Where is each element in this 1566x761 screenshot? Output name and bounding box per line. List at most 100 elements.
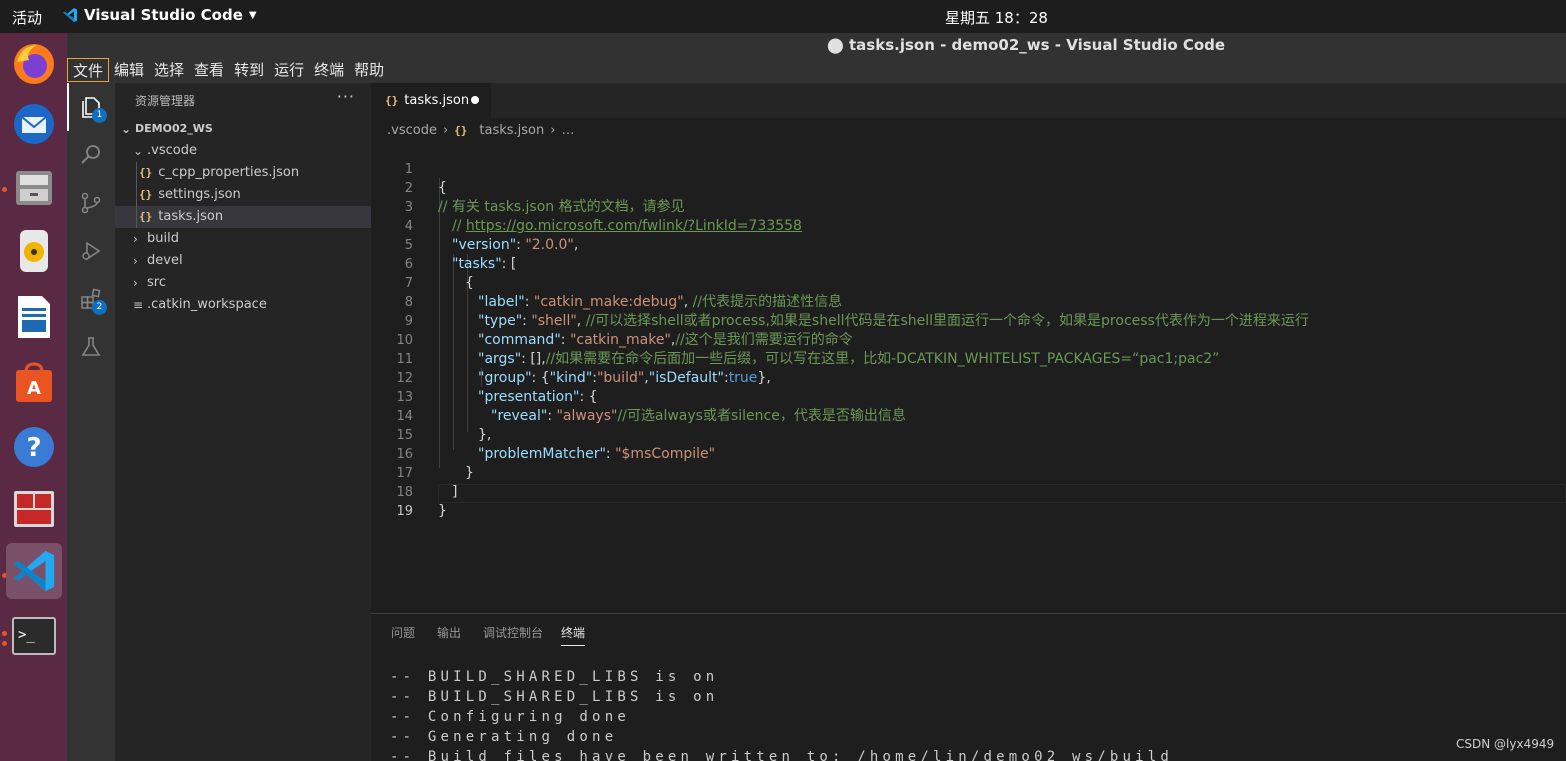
workspace-root-label: DEMO02_WS — [135, 122, 213, 135]
file-label: c_cpp_properties.json — [158, 165, 300, 180]
file-settings[interactable]: {} settings.json — [115, 184, 371, 206]
terminal-line: -- BUILD_SHARED_LIBS is on — [390, 689, 719, 705]
code-line: 16 } — [371, 426, 1566, 481]
code-line: 3 // https://go.microsoft.com/fwlink/?Li… — [371, 179, 1566, 234]
menu-view[interactable]: 查看 — [189, 58, 229, 82]
token: } — [438, 503, 447, 519]
code-line: 4 "version": "2.0.0", — [371, 198, 1566, 253]
dock: A ? >_ — [0, 33, 67, 761]
code-line: 17 ] — [371, 445, 1566, 500]
code-line: 1 { — [371, 141, 1566, 196]
extensions-badge: 2 — [92, 300, 107, 315]
run-debug-icon — [82, 241, 101, 261]
code-line: 13 "reveal": "always"//可选always或者silence… — [371, 369, 1566, 424]
tab-terminal[interactable]: 终端 — [561, 624, 586, 646]
menu-go[interactable]: 转到 — [229, 58, 269, 82]
menu-file[interactable]: 文件 — [67, 58, 110, 82]
unsaved-indicator[interactable] — [471, 96, 479, 104]
files-icon[interactable] — [6, 159, 62, 215]
svg-text:A: A — [27, 378, 41, 399]
testing-button[interactable] — [67, 323, 115, 371]
clock[interactable]: 星期五 18：28 — [945, 7, 1048, 28]
flask-icon — [81, 337, 101, 356]
watermark: CSDN @lyx4949 — [1456, 737, 1555, 751]
json-file-icon: {} — [139, 210, 153, 223]
menu-edit[interactable]: 编辑 — [109, 58, 149, 82]
folder-devel[interactable]: › devel — [115, 250, 371, 272]
code-line: 14 }, — [371, 388, 1566, 443]
breadcrumb-folder[interactable]: .vscode — [387, 123, 437, 138]
explorer-sidebar: 资源管理器 ··· ⌄ DEMO02_WS ⌄ .vscode {} c_cpp… — [115, 83, 371, 761]
folder-label: build — [147, 231, 179, 246]
file-c-cpp-properties[interactable]: {} c_cpp_properties.json — [115, 162, 371, 184]
source-control-button[interactable] — [67, 179, 115, 227]
firefox-icon[interactable] — [6, 35, 62, 91]
folder-build[interactable]: › build — [115, 228, 371, 250]
chevron-down-icon: ⌄ — [133, 144, 144, 158]
activity-bar: 1 2 — [67, 83, 115, 761]
tab-debug-console[interactable]: 调试控制台 — [483, 624, 543, 641]
vscode-icon — [63, 8, 77, 22]
activities-button[interactable]: 活动 — [12, 7, 42, 28]
breadcrumb: .vscode › {} tasks.json › … — [387, 120, 574, 140]
software-center-icon[interactable]: A — [6, 354, 62, 410]
chevron-right-icon: › — [133, 254, 138, 268]
workspace-root[interactable]: ⌄ DEMO02_WS — [115, 118, 371, 140]
menu-selection[interactable]: 选择 — [149, 58, 189, 82]
code-line: 9 "command": "catkin_make",//这个是我们需要运行的命… — [371, 293, 1566, 348]
folder-label: src — [147, 275, 166, 290]
vscode-dock-icon[interactable] — [6, 543, 62, 599]
folder-vscode[interactable]: ⌄ .vscode — [115, 140, 371, 162]
search-button[interactable] — [67, 131, 115, 179]
app-menu[interactable]: Visual Studio Code ▼ — [62, 6, 257, 24]
breadcrumb-file[interactable]: tasks.json — [479, 123, 544, 138]
code-editor[interactable]: 1 { 2 // 有关 tasks.json 格式的文档，请参见 3 // ht… — [371, 140, 1566, 612]
help-icon[interactable]: ? — [6, 419, 62, 475]
more-actions-button[interactable]: ··· — [337, 87, 355, 106]
code-line: 18 } — [371, 464, 1566, 519]
menu-help[interactable]: 帮助 — [349, 58, 389, 82]
tab-tasks-json[interactable]: {} tasks.json — [371, 83, 491, 118]
terminal-icon[interactable]: >_ — [6, 608, 62, 664]
code-line: 15 "problemMatcher": "$msCompile" — [371, 407, 1566, 462]
json-file-icon: {} — [385, 94, 399, 107]
file-tasks[interactable]: {} tasks.json — [115, 206, 371, 228]
file-label: settings.json — [158, 187, 241, 202]
top-bar: 活动 Visual Studio Code ▼ 星期五 18：28 — [0, 0, 1566, 33]
terminal-line: -- Generating done — [390, 729, 618, 745]
folder-label: devel — [147, 253, 183, 268]
code-line: 12 "presentation": { — [371, 350, 1566, 405]
thunderbird-icon[interactable] — [6, 96, 62, 152]
file-catkin-workspace[interactable]: ≡ .catkin_workspace — [115, 294, 371, 316]
extensions-button[interactable]: 2 — [67, 275, 115, 323]
run-debug-button[interactable] — [67, 227, 115, 275]
code-line: 2 // 有关 tasks.json 格式的文档，请参见 — [371, 160, 1566, 215]
search-icon — [81, 145, 100, 164]
sidebar-title: 资源管理器 — [135, 94, 196, 108]
code-line: 5 "tasks": [ — [371, 217, 1566, 272]
chevron-down-icon: ▼ — [248, 9, 257, 21]
terminal-line: -- BUILD_SHARED_LIBS is on — [390, 669, 719, 685]
code-line: 10 "args": [],//如果需要在命令后面加一些后缀，可以写在这里，比如… — [371, 312, 1566, 367]
tab-output[interactable]: 输出 — [437, 624, 461, 641]
terminator-icon[interactable] — [6, 481, 62, 537]
editor-tab-bar: {} tasks.json — [371, 83, 1566, 118]
folder-src[interactable]: › src — [115, 272, 371, 294]
chevron-right-icon: › — [133, 232, 138, 246]
app-name: Visual Studio Code — [84, 6, 243, 24]
breadcrumb-more[interactable]: … — [561, 123, 574, 138]
menu-terminal[interactable]: 终端 — [309, 58, 349, 82]
explorer-badge: 1 — [92, 108, 107, 123]
menu-run[interactable]: 运行 — [269, 58, 309, 82]
rhythmbox-icon[interactable] — [6, 223, 62, 279]
text-file-icon: ≡ — [133, 298, 144, 312]
code-line: 6 { — [371, 236, 1566, 291]
code-line: 19 — [371, 483, 1566, 519]
tab-problems[interactable]: 问题 — [391, 624, 415, 641]
svg-text:?: ? — [26, 433, 41, 463]
writer-icon[interactable] — [6, 289, 62, 345]
menu-bar: 文件 编辑 选择 查看 转到 运行 终端 帮助 — [67, 57, 1566, 83]
explorer-button[interactable]: 1 — [67, 83, 115, 131]
window-title: ⬤ tasks.json - demo02_ws - Visual Studio… — [827, 36, 1226, 54]
chevron-right-icon: › — [133, 276, 138, 290]
